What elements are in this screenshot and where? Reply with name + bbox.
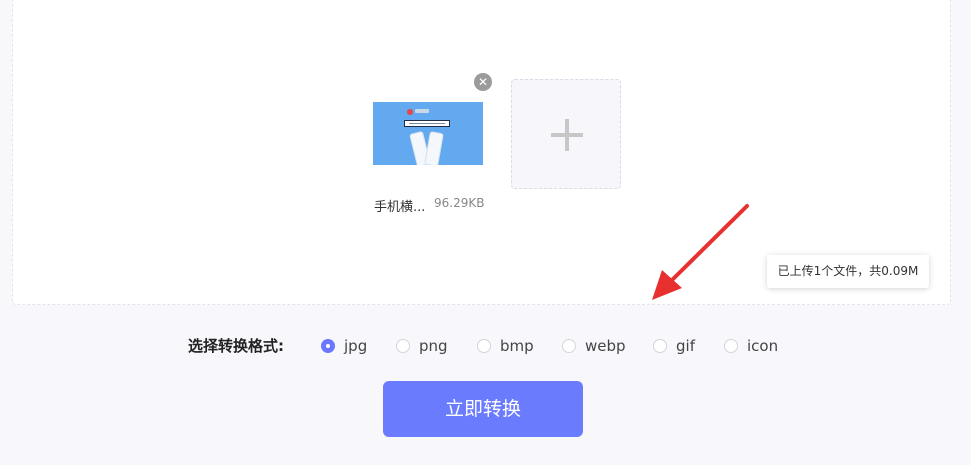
format-option-jpg[interactable]: jpg: [321, 337, 367, 355]
thumbnail-logo-icon: [407, 109, 413, 115]
radio-icon[interactable]: [396, 339, 410, 353]
upload-summary-text: 已上传1个文件，共0.09M: [777, 264, 919, 278]
file-size: 96.29KB: [434, 196, 485, 210]
file-card: ✕ 手机横... 96.29KB: [373, 73, 492, 215]
format-label: 选择转换格式:: [188, 336, 284, 355]
format-option-icon[interactable]: icon: [724, 337, 778, 355]
convert-button-label: 立即转换: [444, 398, 521, 420]
red-arrow-annotation: [652, 204, 749, 300]
format-option-label: gif: [676, 337, 695, 355]
convert-now-button[interactable]: 立即转换: [383, 381, 583, 437]
format-option-label: jpg: [344, 337, 368, 355]
format-option-label: icon: [747, 337, 779, 355]
radio-icon[interactable]: [653, 339, 667, 353]
format-option-bmp[interactable]: bmp: [477, 337, 534, 355]
format-option-label: webp: [585, 337, 626, 355]
file-name: 手机横...: [374, 200, 426, 215]
format-option-label: bmp: [500, 337, 534, 355]
thumbnail-banner: [404, 120, 450, 127]
format-option-label: png: [419, 337, 448, 355]
radio-icon[interactable]: [724, 339, 738, 353]
radio-checked-icon[interactable]: [321, 339, 335, 353]
remove-file-button[interactable]: ✕: [474, 73, 492, 91]
radio-icon[interactable]: [477, 339, 491, 353]
radio-icon[interactable]: [562, 339, 576, 353]
format-selector: 选择转换格式:: [188, 333, 304, 357]
add-file-button[interactable]: [511, 79, 621, 189]
upload-summary-tooltip: 已上传1个文件，共0.09M: [767, 255, 929, 288]
close-icon: ✕: [477, 75, 489, 89]
format-option-webp[interactable]: webp: [562, 337, 626, 355]
file-thumbnail: [373, 80, 483, 165]
format-option-png[interactable]: png: [396, 337, 448, 355]
format-option-gif[interactable]: gif: [653, 337, 695, 355]
